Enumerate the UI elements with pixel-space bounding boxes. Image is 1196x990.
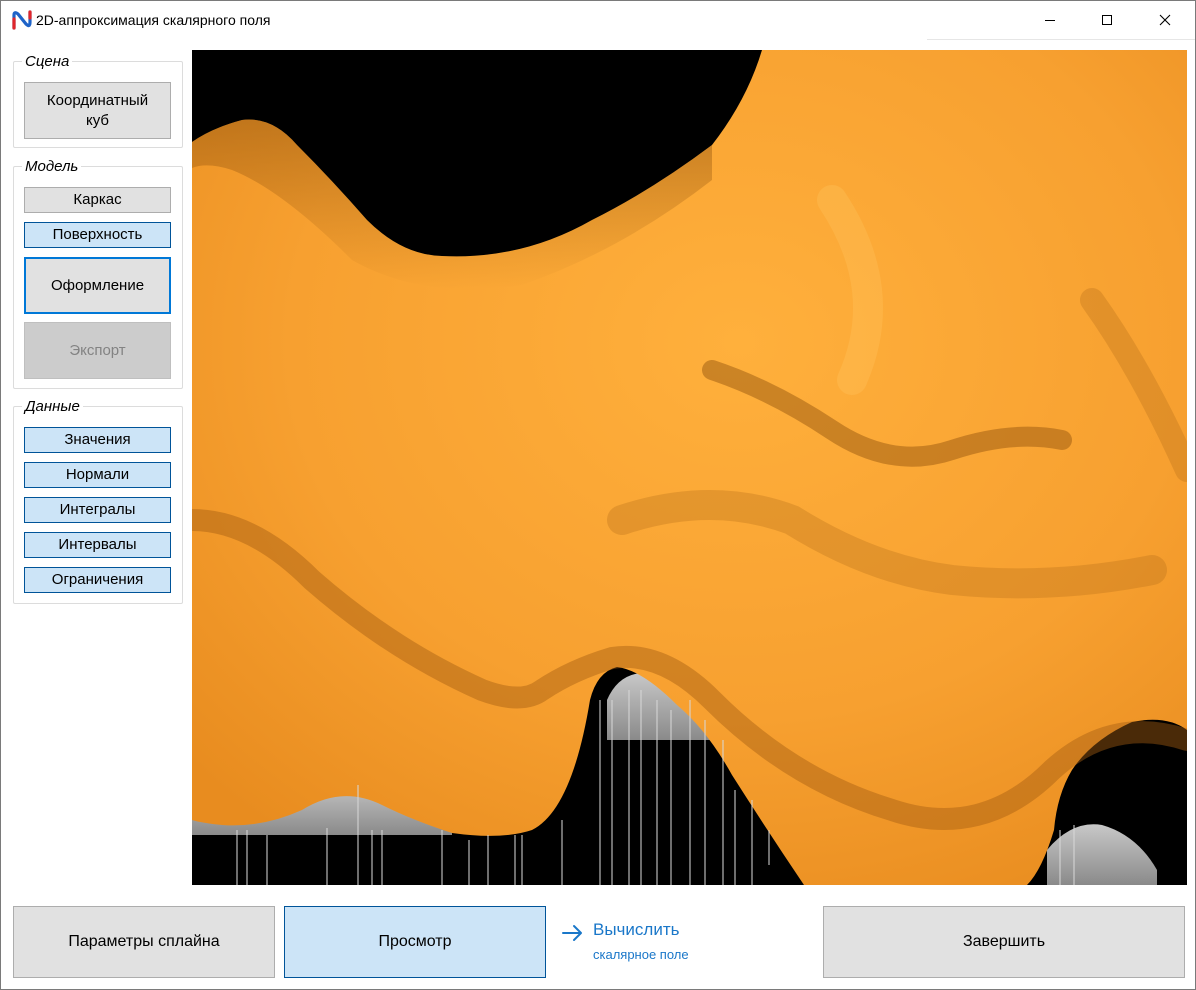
compute-link-title: Вычислить <box>593 920 680 939</box>
spline-params-button[interactable]: Параметры сплайна <box>13 906 275 978</box>
constraints-label: Ограничения <box>51 571 144 588</box>
preview-label: Просмотр <box>378 933 452 950</box>
minimize-icon <box>1045 20 1055 21</box>
appearance-label: Оформление <box>50 276 145 294</box>
spline-params-label: Параметры сплайна <box>68 933 220 950</box>
finish-button[interactable]: Завершить <box>823 906 1185 978</box>
close-icon <box>1159 14 1171 26</box>
maximize-button[interactable] <box>1078 1 1136 39</box>
surface-render <box>192 50 1187 885</box>
integrals-button[interactable]: Интегралы <box>24 497 171 523</box>
integrals-label: Интегралы <box>59 501 136 518</box>
window-title: 2D-аппроксимация скалярного поля <box>36 12 271 28</box>
wireframe-label: Каркас <box>73 191 122 208</box>
scene-group: Сцена Координатный куб <box>13 53 183 148</box>
titlebar-divider <box>927 39 1195 40</box>
app-window: 2D-аппроксимация скалярного поля Сцена К… <box>0 0 1196 990</box>
minimize-button[interactable] <box>1021 1 1079 39</box>
app-logo-icon <box>12 10 32 30</box>
intervals-button[interactable]: Интервалы <box>24 532 171 558</box>
normals-button[interactable]: Нормали <box>24 462 171 488</box>
close-button[interactable] <box>1136 1 1194 39</box>
intervals-label: Интервалы <box>58 536 137 553</box>
values-label: Значения <box>64 431 131 448</box>
scene-group-title: Сцена <box>22 53 73 70</box>
appearance-button[interactable]: Оформление <box>24 257 171 314</box>
model-group: Модель Каркас Поверхность Оформление Экс… <box>13 158 183 389</box>
coordinate-cube-label-line2: куб <box>86 111 109 129</box>
coordinate-cube-label-line1: Координатный <box>46 91 149 109</box>
surface-label: Поверхность <box>52 226 143 243</box>
finish-label: Завершить <box>962 933 1046 950</box>
export-label: Экспорт <box>69 341 126 359</box>
model-group-title: Модель <box>22 158 82 175</box>
surface-button[interactable]: Поверхность <box>24 222 171 248</box>
preview-button[interactable]: Просмотр <box>284 906 546 978</box>
data-group-title: Данные <box>22 398 83 415</box>
data-group: Данные Значения Нормали Интегралы Интерв… <box>13 398 183 604</box>
wireframe-button[interactable]: Каркас <box>24 187 171 213</box>
compute-link-subtitle: скалярное поле <box>593 947 689 962</box>
export-button[interactable]: Экспорт <box>24 322 171 379</box>
title-bar: 2D-аппроксимация скалярного поля <box>1 1 1195 39</box>
normals-label: Нормали <box>65 466 130 483</box>
arrow-right-icon <box>562 925 582 941</box>
constraints-button[interactable]: Ограничения <box>24 567 171 593</box>
coordinate-cube-button[interactable]: Координатный куб <box>24 82 171 139</box>
maximize-icon <box>1102 15 1112 25</box>
values-button[interactable]: Значения <box>24 427 171 453</box>
3d-viewport[interactable] <box>192 50 1187 885</box>
